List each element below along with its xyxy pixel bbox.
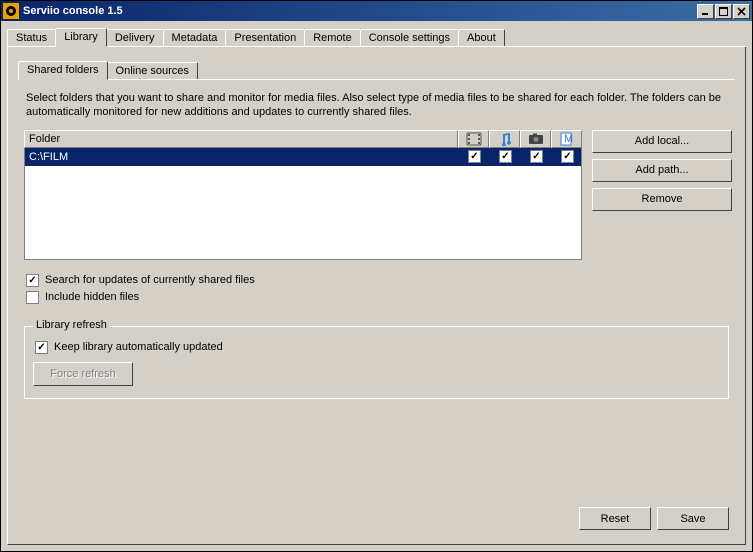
window-title: Serviio console 1.5 [23, 5, 696, 17]
audio-column-header[interactable] [489, 130, 520, 148]
instructions-text: Select folders that you want to share an… [26, 91, 727, 120]
cell-check: ✓ [459, 150, 490, 163]
svg-text:M: M [564, 133, 573, 145]
include-hidden-row: Include hidden files [26, 291, 727, 304]
tab-metadata[interactable]: Metadata [163, 29, 227, 46]
app-icon [3, 3, 19, 19]
cell-check: ✓ [490, 150, 521, 163]
cell-check: ✓ [552, 150, 583, 163]
maximize-button[interactable] [715, 4, 732, 19]
folder-action-buttons: Add local... Add path... Remove [592, 130, 732, 260]
metadata-column-header[interactable]: M [551, 130, 582, 148]
row-checkbox-image[interactable]: ✓ [530, 150, 543, 163]
search-updates-label: Search for updates of currently shared f… [45, 274, 255, 286]
spacer [18, 407, 735, 497]
tab-status[interactable]: Status [7, 29, 56, 46]
folder-area: Folder M [24, 130, 729, 260]
include-hidden-label: Include hidden files [45, 291, 139, 303]
tab-library[interactable]: Library [55, 28, 107, 47]
options-group: ✓ Search for updates of currently shared… [24, 270, 729, 308]
search-updates-checkbox[interactable]: ✓ [26, 274, 39, 287]
image-column-header[interactable] [520, 130, 551, 148]
tab-delivery[interactable]: Delivery [106, 29, 164, 46]
library-refresh-legend: Library refresh [33, 319, 110, 331]
row-checkbox-audio[interactable]: ✓ [499, 150, 512, 163]
folder-table: Folder M [24, 130, 582, 260]
save-button[interactable]: Save [657, 507, 729, 530]
tab-about[interactable]: About [458, 29, 505, 46]
close-button[interactable] [733, 4, 750, 19]
keep-updated-label: Keep library automatically updated [54, 341, 223, 353]
tab-remote[interactable]: Remote [304, 29, 361, 46]
app-window: Serviio console 1.5 StatusLibraryDeliver… [0, 0, 753, 552]
library-refresh-group: Library refresh ✓ Keep library automatic… [24, 326, 729, 399]
cell-check: ✓ [521, 150, 552, 163]
table-row[interactable]: C:\FILM ✓ ✓ ✓ ✓ [25, 148, 581, 166]
remove-button[interactable]: Remove [592, 188, 732, 211]
window-controls [696, 4, 750, 19]
video-icon [466, 132, 482, 146]
folder-table-header: Folder M [24, 130, 582, 148]
keep-updated-checkbox[interactable]: ✓ [35, 341, 48, 354]
search-updates-row: ✓ Search for updates of currently shared… [26, 274, 727, 287]
library-panel: Shared foldersOnline sources Select fold… [7, 47, 746, 545]
sub-tab-bar: Shared foldersOnline sources [18, 57, 735, 79]
reset-button[interactable]: Reset [579, 507, 651, 530]
include-hidden-checkbox[interactable] [26, 291, 39, 304]
main-tab-bar: StatusLibraryDeliveryMetadataPresentatio… [7, 25, 746, 47]
subtab-shared-folders[interactable]: Shared folders [18, 61, 108, 80]
video-column-header[interactable] [458, 130, 489, 148]
folder-table-body[interactable]: C:\FILM ✓ ✓ ✓ ✓ [24, 148, 582, 260]
keep-updated-row: ✓ Keep library automatically updated [35, 341, 718, 354]
add-path-button[interactable]: Add path... [592, 159, 732, 182]
camera-icon [528, 132, 544, 146]
folder-column-header[interactable]: Folder [24, 130, 458, 148]
metadata-icon: M [559, 132, 575, 146]
tab-console-settings[interactable]: Console settings [360, 29, 459, 46]
titlebar: Serviio console 1.5 [1, 1, 752, 21]
content-area: StatusLibraryDeliveryMetadataPresentatio… [1, 21, 752, 551]
subtab-online-sources[interactable]: Online sources [107, 62, 198, 79]
shared-folders-panel: Select folders that you want to share an… [18, 79, 735, 407]
music-icon [497, 132, 513, 146]
tab-presentation[interactable]: Presentation [225, 29, 305, 46]
minimize-button[interactable] [697, 4, 714, 19]
folder-path-cell: C:\FILM [25, 151, 459, 163]
force-refresh-button[interactable]: Force refresh [33, 362, 133, 386]
row-checkbox-video[interactable]: ✓ [468, 150, 481, 163]
row-checkbox-metadata[interactable]: ✓ [561, 150, 574, 163]
footer-buttons: Reset Save [18, 497, 735, 534]
add-local-button[interactable]: Add local... [592, 130, 732, 153]
